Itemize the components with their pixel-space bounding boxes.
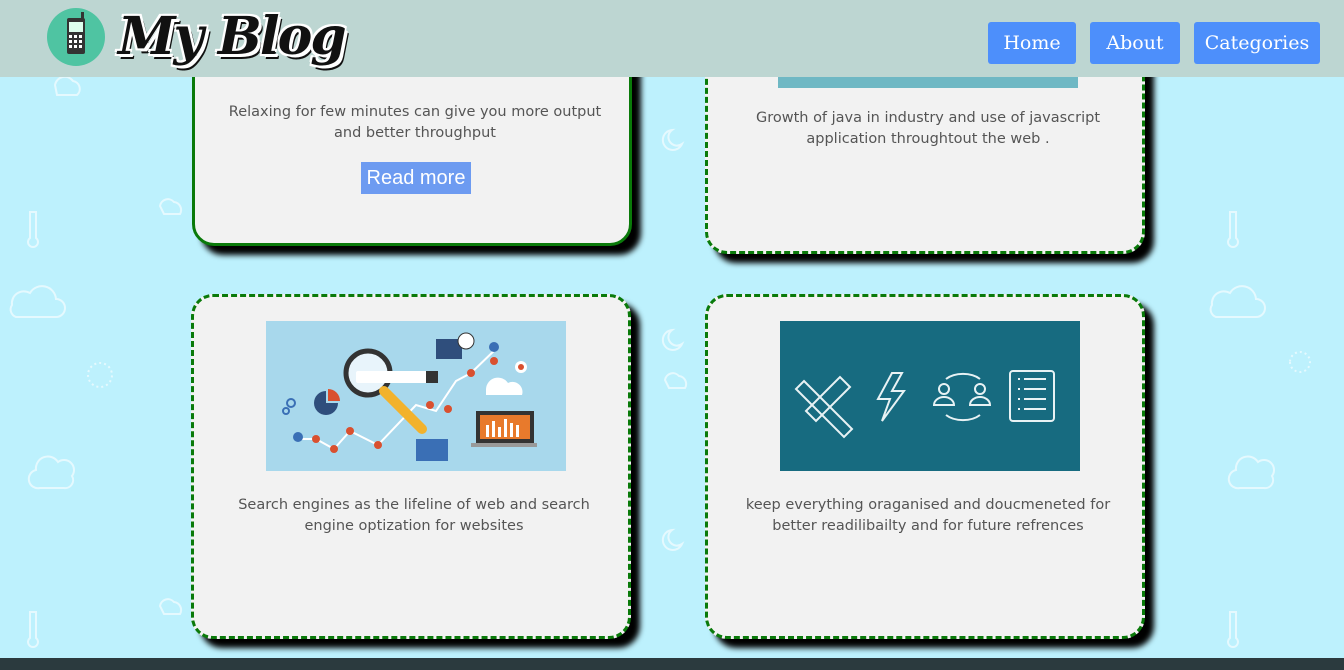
documentation-icons-image [780,321,1080,471]
nav-about-button[interactable]: About [1090,22,1180,64]
site-header: My Blog Home About Categories [0,0,1344,77]
site-logo-text[interactable]: My Blog [118,6,347,67]
nav-home-button[interactable]: Home [988,22,1076,64]
card-description: keep everything oraganised and doucmenet… [745,497,1111,534]
read-more-button[interactable]: Read more [361,162,471,194]
mobile-phone-icon[interactable] [47,8,105,66]
nav-categories-button[interactable]: Categories [1194,22,1320,64]
card-description: Growth of java in industry and use of ja… [755,110,1101,147]
blog-card: keep everything oraganised and doucmenet… [705,294,1145,639]
seo-illustration-image [266,321,566,471]
card-description: Relaxing for few minutes can give you mo… [228,104,602,141]
footer [0,658,1344,670]
card-description: Search engines as the lifeline of web an… [238,497,590,534]
blog-card: Search engines as the lifeline of web an… [191,294,631,639]
